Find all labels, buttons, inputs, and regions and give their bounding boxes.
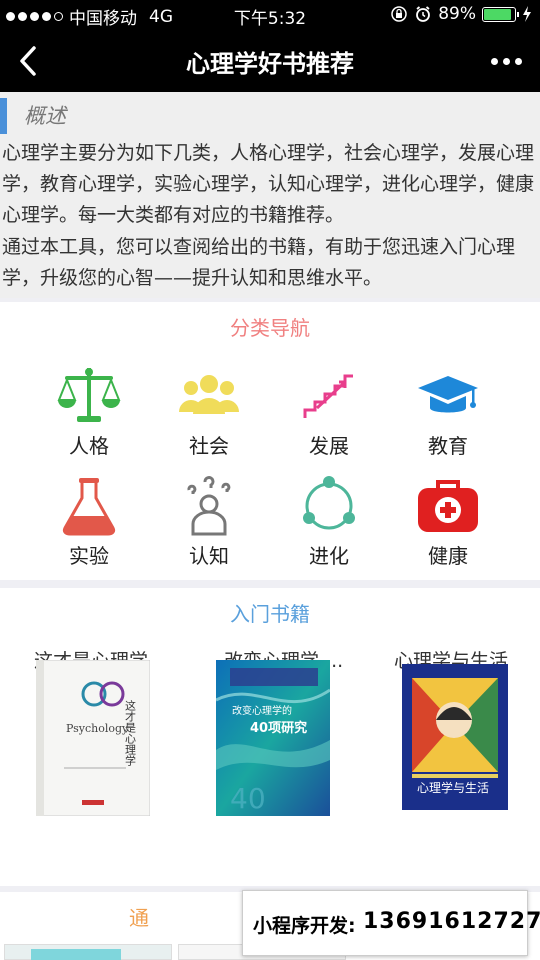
overview-paragraph-1: 心理学主要分为如下几类，人格心理学，社会心理学，发展心理学，教育心理学，实验心理…: [2, 142, 535, 226]
category-experimental[interactable]: 实验: [39, 474, 139, 569]
overview-heading: 概述: [24, 104, 66, 128]
developer-label: 小程序开发:: [253, 915, 356, 937]
scale-icon: [57, 368, 121, 422]
category-personality[interactable]: 人格: [39, 364, 139, 459]
developer-phone: 13691612727: [363, 909, 540, 934]
book-cover-2[interactable]: 改变心理学的 40项研究 40: [216, 660, 330, 816]
intro-books-section: 入门书籍 这才是心理学 改变心理学.... 心理学与生活 Psychology …: [0, 588, 540, 886]
book-cover-1[interactable]: Psychology 这才是心理学: [36, 660, 150, 816]
status-bar: 中国移动 4G 下午5:32 89%: [0, 0, 540, 30]
category-label: 进化: [309, 544, 349, 568]
category-label: 实验: [69, 544, 109, 568]
overview-accent-bar: [0, 98, 7, 134]
category-label: 人格: [69, 434, 109, 458]
overview-paragraph-2: 通过本工具，您可以查阅给出的书籍，有助于您迅速入门心理学，升级您的心智——提升认…: [2, 236, 516, 289]
next-book-card[interactable]: [4, 944, 172, 960]
stairs-icon: [303, 374, 353, 418]
category-development[interactable]: 发展: [279, 364, 379, 459]
first-aid-icon: [418, 480, 478, 532]
charging-bolt-icon: [523, 6, 531, 22]
orientation-lock-icon: [391, 6, 407, 22]
graduation-cap-icon: [418, 376, 478, 413]
group-icon: [179, 375, 239, 414]
category-label: 教育: [428, 434, 468, 458]
category-navigation-section: 分类导航 人格 社会 发展 教育 实验 认知 进化 健康: [0, 302, 540, 580]
category-cognitive[interactable]: 认知: [159, 474, 259, 569]
category-section-title: 分类导航: [230, 316, 310, 340]
category-social[interactable]: 社会: [159, 364, 259, 459]
category-label: 健康: [428, 544, 468, 568]
navigation-bar: 心理学好书推荐: [0, 30, 540, 92]
category-evolutionary[interactable]: 进化: [279, 474, 379, 569]
book-cover-3[interactable]: 心理学与生活: [402, 664, 508, 810]
page-title: 心理学好书推荐: [186, 50, 354, 78]
alarm-icon: [416, 6, 431, 22]
battery-icon: [482, 6, 519, 22]
battery-percent: 89%: [438, 4, 476, 24]
thinking-person-icon: [187, 476, 231, 536]
category-label: 发展: [309, 434, 349, 458]
more-menu-icon[interactable]: [491, 58, 522, 65]
cover-title: 这才是心理学: [124, 699, 137, 766]
category-health[interactable]: 健康: [398, 474, 498, 569]
cover-title: 心理学与生活: [417, 780, 489, 795]
svg-text:40: 40: [230, 782, 266, 815]
category-education[interactable]: 教育: [398, 364, 498, 459]
status-right: 89%: [390, 4, 532, 24]
overview-section: 概述 心理学主要分为如下几类，人格心理学，社会心理学，发展心理学，教育心理学，实…: [0, 92, 540, 298]
category-label: 社会: [189, 434, 229, 458]
cycle-icon: [303, 476, 355, 530]
cover-title: 40项研究: [250, 720, 307, 736]
cover-subtitle: 改变心理学的: [232, 704, 292, 717]
books-section-title: 入门书籍: [230, 602, 310, 626]
category-label: 认知: [189, 544, 229, 568]
cover-subtitle: Psychology: [66, 722, 129, 735]
flask-icon: [62, 478, 116, 536]
developer-contact-card[interactable]: 小程序开发: 13691612727: [242, 890, 540, 956]
